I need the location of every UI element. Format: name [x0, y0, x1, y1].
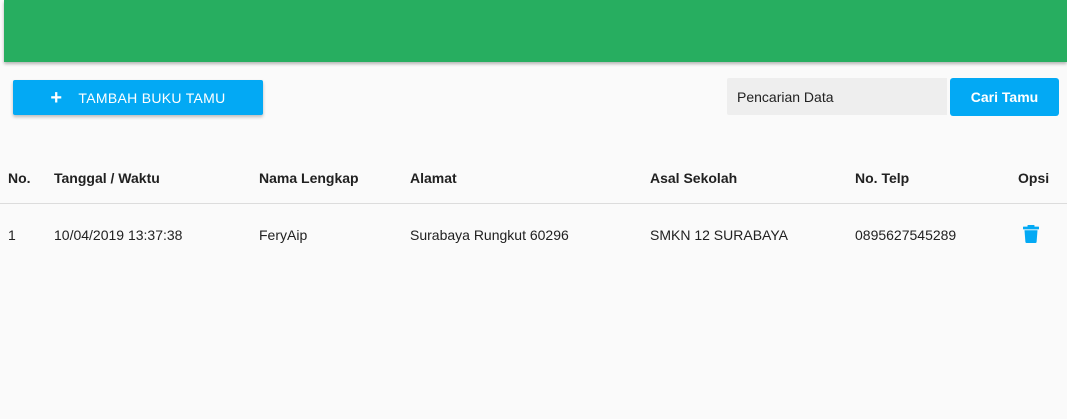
- table-header-row: No. Tanggal / Waktu Nama Lengkap Alamat …: [0, 152, 1067, 204]
- cell-school: SMKN 12 SURABAYA: [650, 227, 788, 243]
- header-address: Alamat: [410, 152, 650, 204]
- add-guest-button[interactable]: + TAMBAH BUKU TAMU: [13, 80, 263, 115]
- header-no: No.: [0, 152, 54, 204]
- header-school: Asal Sekolah: [650, 152, 855, 204]
- header-datetime: Tanggal / Waktu: [54, 152, 259, 204]
- trash-icon[interactable]: [1023, 224, 1039, 243]
- app-header-bar: [4, 0, 1067, 62]
- cell-address: Surabaya Rungkut 60296: [410, 227, 569, 243]
- header-phone: No. Telp: [855, 152, 1018, 204]
- cell-no: 1: [8, 227, 16, 243]
- header-options: Opsi: [1018, 152, 1067, 204]
- guest-table: No. Tanggal / Waktu Nama Lengkap Alamat …: [0, 152, 1067, 266]
- plus-icon: +: [50, 86, 63, 109]
- cell-datetime: 10/04/2019 13:37:38: [54, 227, 183, 243]
- cell-phone: 0895627545289: [855, 227, 957, 243]
- search-button[interactable]: Cari Tamu: [950, 78, 1059, 116]
- header-name: Nama Lengkap: [259, 152, 410, 204]
- add-guest-label: TAMBAH BUKU TAMU: [78, 89, 226, 106]
- table-row: 1 10/04/2019 13:37:38 FeryAip Surabaya R…: [0, 204, 1067, 267]
- cell-options: [1018, 204, 1067, 267]
- cell-name: FeryAip: [259, 227, 308, 243]
- search-input[interactable]: [727, 78, 947, 115]
